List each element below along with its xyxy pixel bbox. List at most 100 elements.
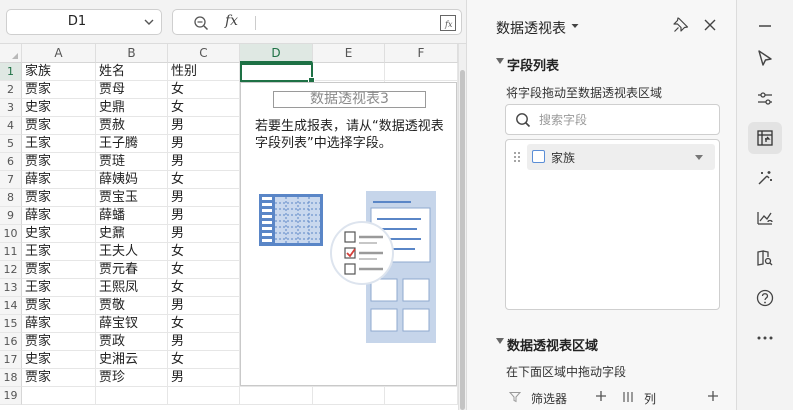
- grid-cell[interactable]: 女: [168, 99, 240, 117]
- grid-cell[interactable]: 男: [168, 117, 240, 135]
- grid-cell[interactable]: 男: [168, 297, 240, 315]
- field-search-input[interactable]: [539, 110, 709, 130]
- row-header[interactable]: 8: [0, 189, 22, 207]
- grid-cell[interactable]: [240, 387, 313, 405]
- grid-cell[interactable]: 贾母: [96, 81, 168, 99]
- formula-bar[interactable]: fx fx: [172, 9, 462, 35]
- select-all-corner[interactable]: [0, 44, 22, 63]
- row-header[interactable]: 3: [0, 99, 22, 117]
- row-header[interactable]: 17: [0, 351, 22, 369]
- field-checkbox[interactable]: [532, 150, 545, 163]
- column-header-e[interactable]: E: [313, 44, 385, 63]
- grid-cell[interactable]: [385, 387, 458, 405]
- grid-cell[interactable]: 王家: [22, 243, 96, 261]
- collapse-field-list-icon[interactable]: [496, 58, 504, 64]
- grid-cell[interactable]: [385, 63, 458, 81]
- grid-cell[interactable]: 贾政: [96, 333, 168, 351]
- grid-cell[interactable]: 薛家: [22, 315, 96, 333]
- column-header-b[interactable]: B: [96, 44, 168, 63]
- adjust-icon[interactable]: [755, 88, 775, 108]
- grid-cell[interactable]: 女: [168, 171, 240, 189]
- grid-cell[interactable]: 史家: [22, 351, 96, 369]
- grid-cell[interactable]: 薛家: [22, 171, 96, 189]
- chevron-down-icon[interactable]: [144, 17, 154, 27]
- grid-cell[interactable]: 男: [168, 135, 240, 153]
- drag-handle-icon[interactable]: [513, 151, 521, 163]
- grid-cell[interactable]: 王家: [22, 279, 96, 297]
- panel-title[interactable]: 数据透视表: [496, 18, 566, 38]
- row-header[interactable]: 12: [0, 261, 22, 279]
- grid-cell[interactable]: 男: [168, 207, 240, 225]
- add-column-icon[interactable]: [707, 390, 719, 402]
- grid-cell[interactable]: 史家: [22, 225, 96, 243]
- grid-cell[interactable]: 女: [168, 81, 240, 99]
- row-header[interactable]: 16: [0, 333, 22, 351]
- active-cell-d1[interactable]: [240, 63, 315, 84]
- grid-cell[interactable]: 贾家: [22, 117, 96, 135]
- grid-cell[interactable]: 姓名: [96, 63, 168, 81]
- row-header[interactable]: 14: [0, 297, 22, 315]
- help-icon[interactable]: [755, 288, 775, 308]
- row-header[interactable]: 4: [0, 117, 22, 135]
- grid-cell[interactable]: 男: [168, 333, 240, 351]
- grid-cell[interactable]: 史鼐: [96, 225, 168, 243]
- grid-cell[interactable]: 史鼎: [96, 99, 168, 117]
- grid-cell[interactable]: [313, 387, 385, 405]
- grid-cell[interactable]: 女: [168, 243, 240, 261]
- row-header[interactable]: 19: [0, 387, 22, 405]
- grid-cell[interactable]: 女: [168, 261, 240, 279]
- chart-icon[interactable]: [755, 208, 775, 228]
- scrollbar-thumb[interactable]: [460, 70, 465, 410]
- field-search[interactable]: [505, 104, 720, 135]
- field-dropdown-icon[interactable]: [695, 155, 703, 160]
- book-search-icon[interactable]: [755, 248, 775, 268]
- row-header[interactable]: 2: [0, 81, 22, 99]
- pivot-table-placeholder[interactable]: 数据透视表3 若要生成报表，请从“数据透视表字段列表”中选择字段。: [240, 82, 457, 386]
- grid-cell[interactable]: 家族: [22, 63, 96, 81]
- grid-cell[interactable]: 贾家: [22, 297, 96, 315]
- grid-cell[interactable]: 贾宝玉: [96, 189, 168, 207]
- grid-cell[interactable]: 贾家: [22, 189, 96, 207]
- row-header[interactable]: 5: [0, 135, 22, 153]
- magic-icon[interactable]: [755, 168, 775, 188]
- grid-cell[interactable]: 男: [168, 153, 240, 171]
- grid-cell[interactable]: 性别: [168, 63, 240, 81]
- grid-cell[interactable]: 贾家: [22, 153, 96, 171]
- grid-cell[interactable]: 史湘云: [96, 351, 168, 369]
- row-header[interactable]: 15: [0, 315, 22, 333]
- grid-cell[interactable]: 男: [168, 369, 240, 387]
- row-header[interactable]: 13: [0, 279, 22, 297]
- grid-cell[interactable]: [313, 63, 385, 81]
- grid-cell[interactable]: 贾敬: [96, 297, 168, 315]
- grid-cell[interactable]: 男: [168, 189, 240, 207]
- grid-cell[interactable]: [22, 387, 96, 405]
- field-item-jiazu[interactable]: 家族: [514, 144, 715, 170]
- column-header-d[interactable]: D: [240, 44, 313, 63]
- expand-formula-icon[interactable]: fx: [439, 14, 457, 32]
- grid-cell[interactable]: 王家: [22, 135, 96, 153]
- grid-cell[interactable]: 薛蟠: [96, 207, 168, 225]
- grid-cell[interactable]: 贾元春: [96, 261, 168, 279]
- grid-cell[interactable]: [96, 387, 168, 405]
- grid-cell[interactable]: 薛家: [22, 207, 96, 225]
- name-box[interactable]: D1: [6, 9, 162, 35]
- zoom-icon[interactable]: [193, 15, 209, 31]
- minimize-icon[interactable]: [755, 16, 775, 36]
- grid-cell[interactable]: 薛姨妈: [96, 171, 168, 189]
- grid-cell[interactable]: 女: [168, 315, 240, 333]
- grid-cell[interactable]: 薛宝钗: [96, 315, 168, 333]
- grid-cell[interactable]: 贾赦: [96, 117, 168, 135]
- close-icon[interactable]: [703, 18, 717, 32]
- column-header-c[interactable]: C: [168, 44, 240, 63]
- row-header[interactable]: 7: [0, 171, 22, 189]
- grid-cell[interactable]: 史家: [22, 99, 96, 117]
- add-filter-icon[interactable]: [595, 390, 607, 402]
- row-header[interactable]: 9: [0, 207, 22, 225]
- grid-cell[interactable]: 贾琏: [96, 153, 168, 171]
- pin-icon[interactable]: [673, 17, 689, 33]
- pivot-table-icon[interactable]: [748, 122, 782, 154]
- grid-cell[interactable]: 贾家: [22, 81, 96, 99]
- row-header[interactable]: 6: [0, 153, 22, 171]
- insert-function-button[interactable]: fx: [225, 13, 238, 29]
- grid-cell[interactable]: 贾家: [22, 369, 96, 387]
